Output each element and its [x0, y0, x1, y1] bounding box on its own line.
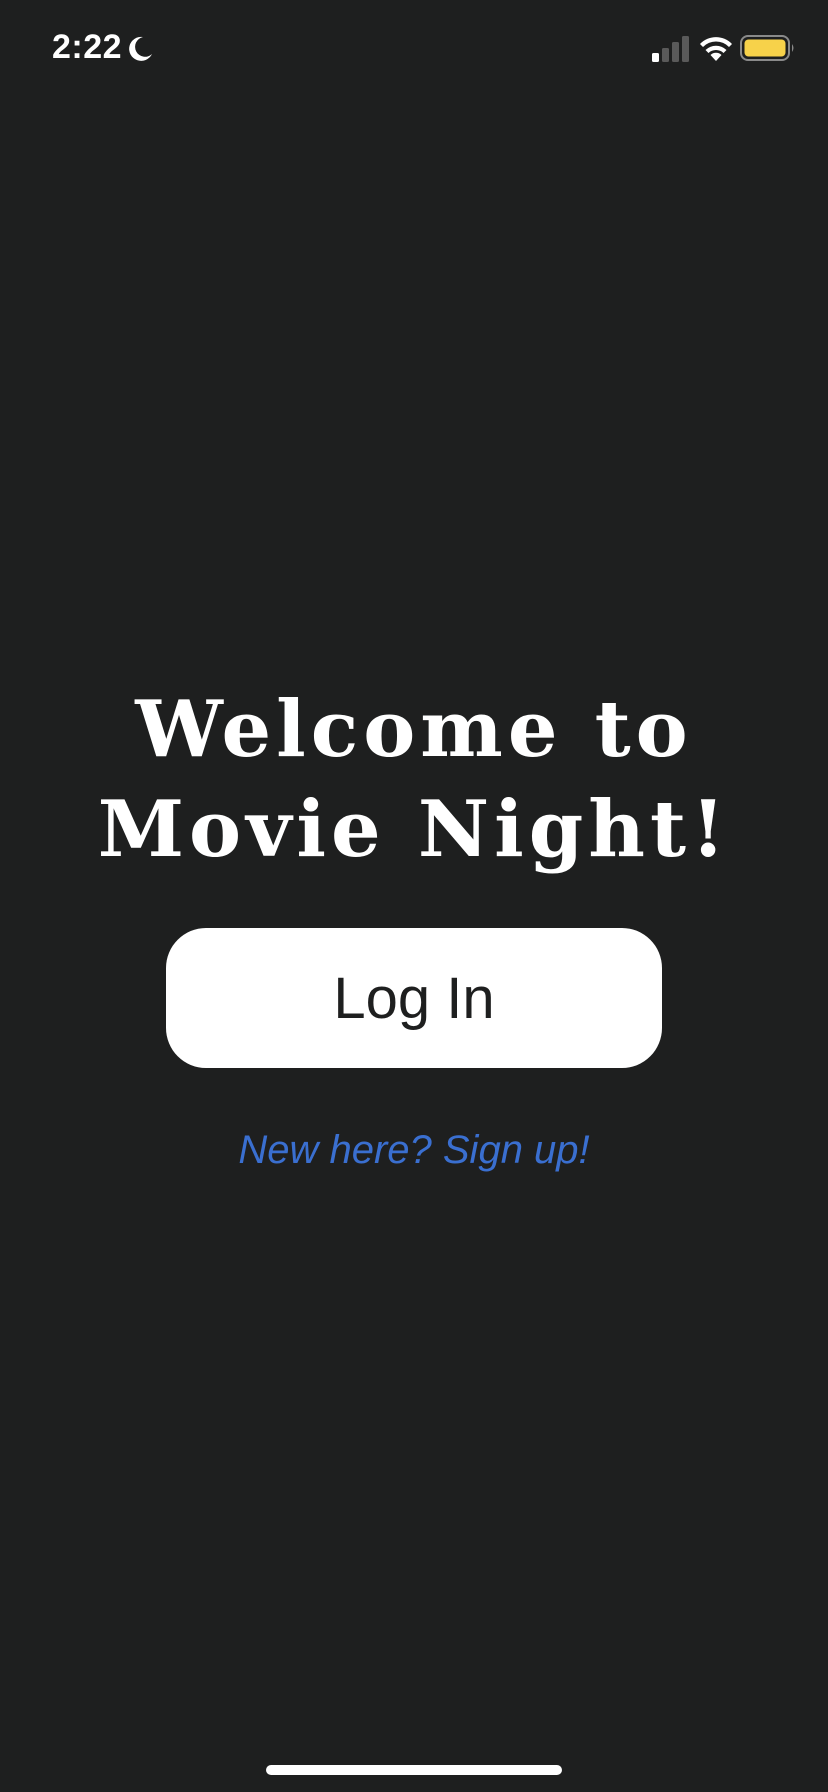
login-button[interactable]: Log In: [166, 928, 662, 1068]
home-indicator[interactable]: [266, 1765, 562, 1775]
welcome-title-line1: Welcome to: [135, 684, 693, 776]
welcome-screen: 2:22 Welcome to Movie Night! Log In New …: [0, 0, 828, 1792]
welcome-title-line2: Movie Night!: [97, 784, 731, 876]
wifi-icon: [700, 37, 732, 61]
status-bar: 2:22: [0, 0, 828, 100]
welcome-title: Welcome to Movie Night!: [0, 680, 828, 880]
cellular-signal-icon: [652, 36, 689, 62]
status-time: 2:22: [52, 28, 123, 66]
battery-icon: [740, 35, 794, 61]
moon-icon: [129, 36, 152, 61]
signup-link[interactable]: New here? Sign up!: [0, 1128, 828, 1173]
